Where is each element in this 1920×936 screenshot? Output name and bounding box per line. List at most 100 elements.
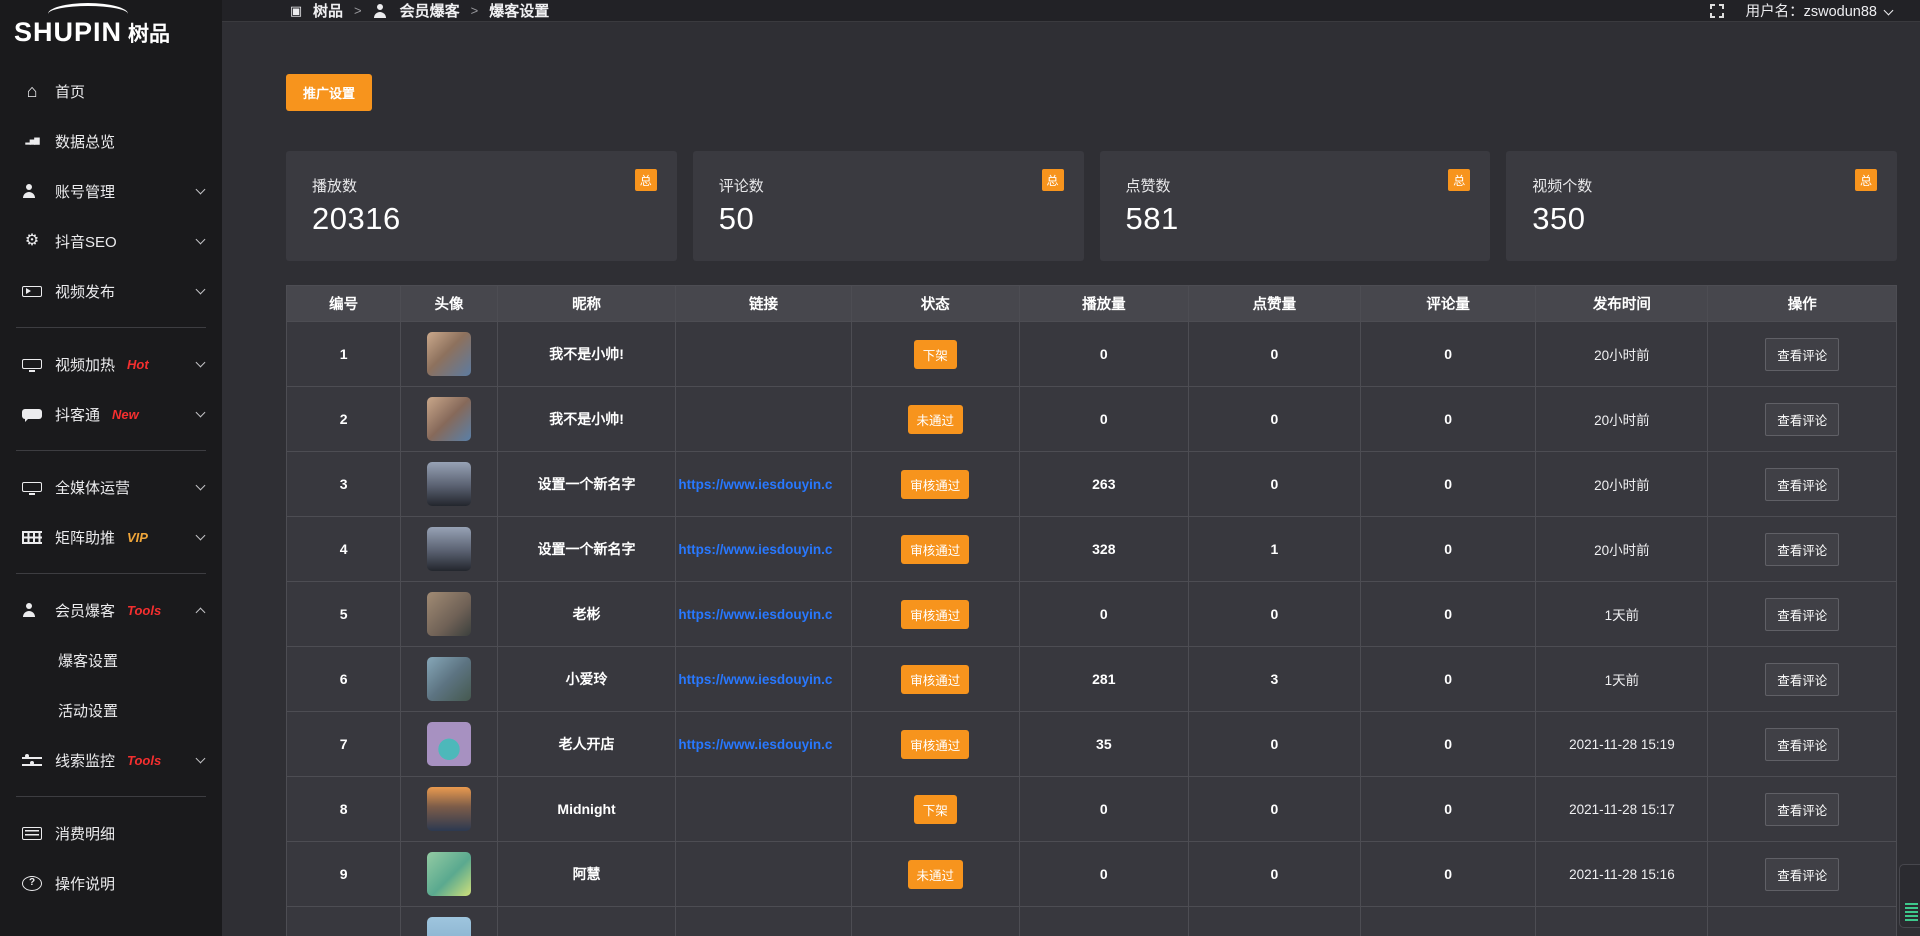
avatar <box>427 332 471 376</box>
status-badge[interactable]: 未通过 <box>908 405 964 434</box>
sidebar-item[interactable]: 矩阵助推 VIP <box>0 512 222 562</box>
comments-cell: 0 <box>1361 387 1536 451</box>
grid-icon <box>22 531 42 544</box>
actions-cell: 查看评论 <box>1708 777 1896 841</box>
likes-cell: 0 <box>1189 387 1361 451</box>
floating-widget[interactable] <box>1899 864 1920 928</box>
sidebar-item[interactable]: ⚙ 抖音SEO <box>0 216 222 266</box>
sidebar-item[interactable]: 账号管理 <box>0 166 222 216</box>
breadcrumb: ▣ 树品 > 会员爆客 > 爆客设置 <box>286 0 549 21</box>
table-row: 2 我不是小帅! 未通过 0 0 <box>287 386 1896 451</box>
sidebar-item[interactable]: 消费明细 <box>0 808 222 858</box>
sidebar-item[interactable]: 抖客通 New <box>0 389 222 439</box>
column-header-actions: 操作 <box>1708 286 1896 321</box>
chevron-icon <box>196 408 206 418</box>
status-cell: 审核通过 <box>852 647 1020 711</box>
breadcrumb-item[interactable]: 会员爆客 <box>373 0 460 21</box>
status-badge[interactable]: 审核通过 <box>901 600 969 629</box>
status-cell: 下架 <box>852 322 1020 386</box>
sidebar-item[interactable]: 线索监控 Tools <box>0 735 222 785</box>
table-row: 7 老人开店 https://www.iesdouyin.c 审核通过 <box>287 711 1896 776</box>
sidebar-item[interactable]: ? 操作说明 <box>0 858 222 908</box>
view-comments-button[interactable]: 查看评论 <box>1765 338 1839 371</box>
table-row: 9 阿慧 未通过 0 0 <box>287 841 1896 906</box>
status-badge[interactable]: 审核通过 <box>901 665 969 694</box>
status-cell: 审核通过 <box>852 452 1020 516</box>
user-menu[interactable]: 用户名：zswodun88 <box>1746 0 1892 21</box>
sidebar-item[interactable]: 视频发布 <box>0 266 222 316</box>
promotion-settings-button[interactable]: 推广设置 <box>286 74 372 111</box>
chevron-icon <box>196 235 206 245</box>
link-cell: https://www.iesdouyin.c <box>676 712 851 776</box>
breadcrumb-label: 会员爆客 <box>400 0 460 21</box>
video-link[interactable]: https://www.iesdouyin.c <box>678 477 832 492</box>
sidebar-item-label: 消费明细 <box>55 823 115 844</box>
person-icon <box>22 184 42 198</box>
sidebar-item-label: 操作说明 <box>55 873 115 894</box>
sidebar-item <box>16 450 206 451</box>
sidebar-item-tag: Hot <box>127 357 149 372</box>
stat-card: 评论数 50 总 <box>693 151 1084 261</box>
view-comments-button[interactable]: 查看评论 <box>1765 858 1839 891</box>
chevron-icon <box>196 531 206 541</box>
video-link[interactable]: https://www.iesdouyin.c <box>678 672 832 687</box>
likes-cell: 0 <box>1189 322 1361 386</box>
avatar-cell <box>401 907 498 936</box>
avatar <box>427 527 471 571</box>
video-link[interactable]: https://www.iesdouyin.c <box>678 542 832 557</box>
chevron-icon <box>196 607 206 617</box>
publish-time-cell: 20小时前 <box>1536 387 1708 451</box>
total-badge: 总 <box>1042 169 1064 191</box>
brand-logo[interactable]: SHUPIN 树品 <box>0 0 222 56</box>
plays-cell: 281 <box>1020 647 1189 711</box>
column-header-comments: 评论量 <box>1361 286 1536 321</box>
sidebar-item-label: 抖音SEO <box>55 231 117 252</box>
sidebar-item[interactable]: ⌂ 首页 <box>0 66 222 116</box>
status-badge[interactable]: 审核通过 <box>901 470 969 499</box>
actions-cell: 查看评论 <box>1708 452 1896 516</box>
avatar-cell <box>401 322 498 386</box>
column-header-nickname: 昵称 <box>498 286 677 321</box>
sidebar-item[interactable]: 全媒体运营 <box>0 462 222 512</box>
breadcrumb-item[interactable]: 爆客设置 <box>489 0 549 21</box>
dashboard-icon: ▣ <box>286 4 306 17</box>
sidebar-item[interactable]: 会员爆客 Tools <box>0 585 222 635</box>
status-badge[interactable]: 审核通过 <box>901 730 969 759</box>
row-id <box>287 907 401 936</box>
view-comments-button[interactable]: 查看评论 <box>1765 533 1839 566</box>
view-comments-button[interactable]: 查看评论 <box>1765 793 1839 826</box>
sidebar-item[interactable]: ▂▅▇ 数据总览 <box>0 116 222 166</box>
breadcrumb-item[interactable]: ▣ 树品 <box>286 0 343 21</box>
sidebar-item[interactable]: 爆客设置 <box>0 635 222 685</box>
video-link[interactable]: https://www.iesdouyin.c <box>678 737 832 752</box>
sidebar-item[interactable]: 活动设置 <box>0 685 222 735</box>
screen-icon <box>22 359 42 369</box>
likes-cell: 0 <box>1189 777 1361 841</box>
comments-cell: 0 <box>1361 647 1536 711</box>
status-badge[interactable]: 下架 <box>914 340 957 369</box>
view-comments-button[interactable]: 查看评论 <box>1765 598 1839 631</box>
sidebar-item[interactable]: 视频加热 Hot <box>0 339 222 389</box>
video-link[interactable]: https://www.iesdouyin.c <box>678 607 832 622</box>
view-comments-button[interactable]: 查看评论 <box>1765 468 1839 501</box>
avatar-cell <box>401 517 498 581</box>
status-badge[interactable]: 审核通过 <box>901 535 969 564</box>
view-comments-button[interactable]: 查看评论 <box>1765 728 1839 761</box>
view-comments-button[interactable]: 查看评论 <box>1765 403 1839 436</box>
status-badge[interactable]: 未通过 <box>908 860 964 889</box>
nickname-cell: 阿慧 <box>498 842 677 906</box>
fullscreen-icon[interactable] <box>1710 4 1724 18</box>
actions-cell: 查看评论 <box>1708 517 1896 581</box>
status-badge[interactable]: 下架 <box>914 795 957 824</box>
row-id: 7 <box>287 712 401 776</box>
column-header-id: 编号 <box>287 286 401 321</box>
row-id: 4 <box>287 517 401 581</box>
view-comments-button[interactable]: 查看评论 <box>1765 663 1839 696</box>
sidebar-item <box>16 573 206 574</box>
sidebar-item-label: 视频发布 <box>55 281 115 302</box>
sidebar: SHUPIN 树品 ⌂ 首页 ▂▅▇ 数据总览 <box>0 0 222 936</box>
stat-card-label: 点赞数 <box>1126 175 1465 196</box>
comments-cell: 0 <box>1361 322 1536 386</box>
link-cell <box>676 842 851 906</box>
column-header-likes: 点赞量 <box>1189 286 1361 321</box>
